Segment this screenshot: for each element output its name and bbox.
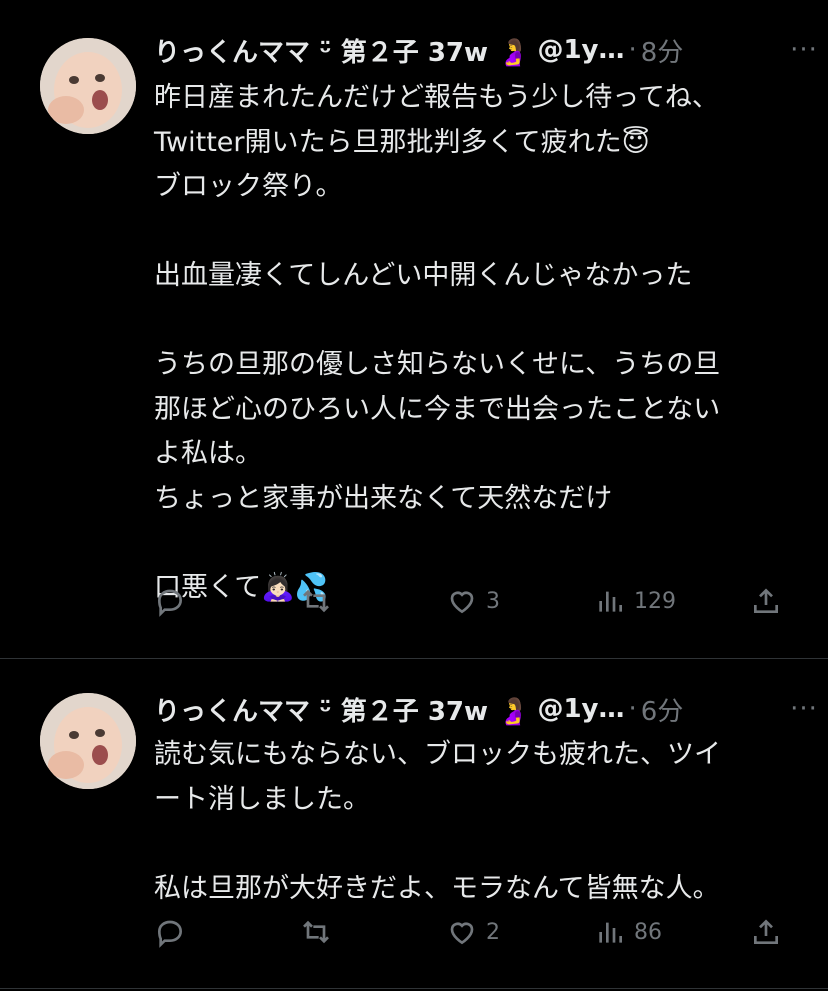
- reply-icon: [157, 589, 183, 617]
- view-count: 129: [634, 588, 676, 614]
- views-icon: [599, 591, 622, 612]
- text-line: ート消しました。: [154, 783, 370, 815]
- text-line: ちょっと家事が出来なくて天然なだけ: [154, 482, 613, 514]
- views-icon: [599, 922, 622, 943]
- text-line: ブロック祭り。: [154, 171, 343, 202]
- reply-icon: [157, 920, 183, 948]
- text-line: [154, 521, 814, 566]
- retweet-icon: [303, 920, 329, 944]
- reply-button[interactable]: [154, 581, 194, 621]
- text-line: 出血量凄くてしんどい中開くんじゃなかった: [154, 260, 693, 291]
- tweet-text: 昨日産まれたんだけど報告もう少し待ってね、 Twitter開いたら旦那批判多くて…: [154, 76, 814, 610]
- share-button[interactable]: [750, 912, 782, 952]
- baby-photo: [40, 693, 136, 789]
- text-line: 那ほど心のひろい人に今まで出会ったことない: [154, 393, 721, 425]
- share-button[interactable]: [750, 581, 782, 621]
- user-handle[interactable]: @1y…: [537, 694, 624, 724]
- tweet-divider: [0, 658, 828, 659]
- avatar[interactable]: [40, 693, 136, 789]
- share-icon: [754, 588, 778, 613]
- retweet-icon: [303, 589, 329, 613]
- heart-icon: [450, 591, 474, 614]
- views-button[interactable]: 86: [594, 912, 662, 952]
- like-count: 2: [486, 919, 500, 945]
- like-button[interactable]: 3: [446, 581, 500, 621]
- display-name[interactable]: りっくんママ ᵕ̈ 第２子 37w 🤰: [154, 691, 529, 728]
- text-line: [154, 210, 814, 255]
- text-line: 読む気にもならない、ブロックも疲れた、ツイ: [154, 739, 721, 770]
- timestamp[interactable]: 8分: [641, 32, 684, 69]
- separator-dot: ·: [628, 694, 637, 724]
- baby-photo: [40, 38, 136, 134]
- text-line: [154, 299, 814, 344]
- more-options-icon[interactable]: ···: [784, 689, 824, 729]
- timestamp[interactable]: 6分: [641, 691, 684, 728]
- tweet-text: 読む気にもならない、ブロックも疲れた、ツイ ート消しました。 私は旦那が大好きだ…: [154, 733, 814, 911]
- reply-button[interactable]: [154, 912, 194, 952]
- text-line: よ私は。: [154, 438, 262, 469]
- user-handle[interactable]: @1y…: [537, 35, 624, 65]
- text-line: [154, 822, 814, 867]
- like-button[interactable]: 2: [446, 912, 500, 952]
- text-line: Twitter開いたら旦那批判多くて疲れた😇: [154, 126, 650, 158]
- share-icon: [754, 919, 778, 944]
- like-count: 3: [486, 588, 500, 614]
- text-line: 私は旦那が大好きだよ、モラなんて皆無な人。: [154, 872, 720, 904]
- view-count: 86: [634, 919, 662, 945]
- text-line: うちの旦那の優しさ知らないくせに、うちの旦: [154, 349, 721, 380]
- avatar[interactable]: [40, 38, 136, 134]
- separator-dot: ·: [628, 35, 637, 65]
- display-name[interactable]: りっくんママ ᵕ̈ 第２子 37w 🤰: [154, 32, 529, 69]
- views-button[interactable]: 129: [594, 581, 676, 621]
- heart-icon: [450, 922, 474, 945]
- text-line: 昨日産まれたんだけど報告もう少し待ってね、: [154, 82, 719, 113]
- retweet-button[interactable]: [300, 581, 340, 621]
- retweet-button[interactable]: [300, 912, 340, 952]
- tweet-divider: [0, 988, 828, 989]
- more-options-icon[interactable]: ···: [784, 30, 824, 70]
